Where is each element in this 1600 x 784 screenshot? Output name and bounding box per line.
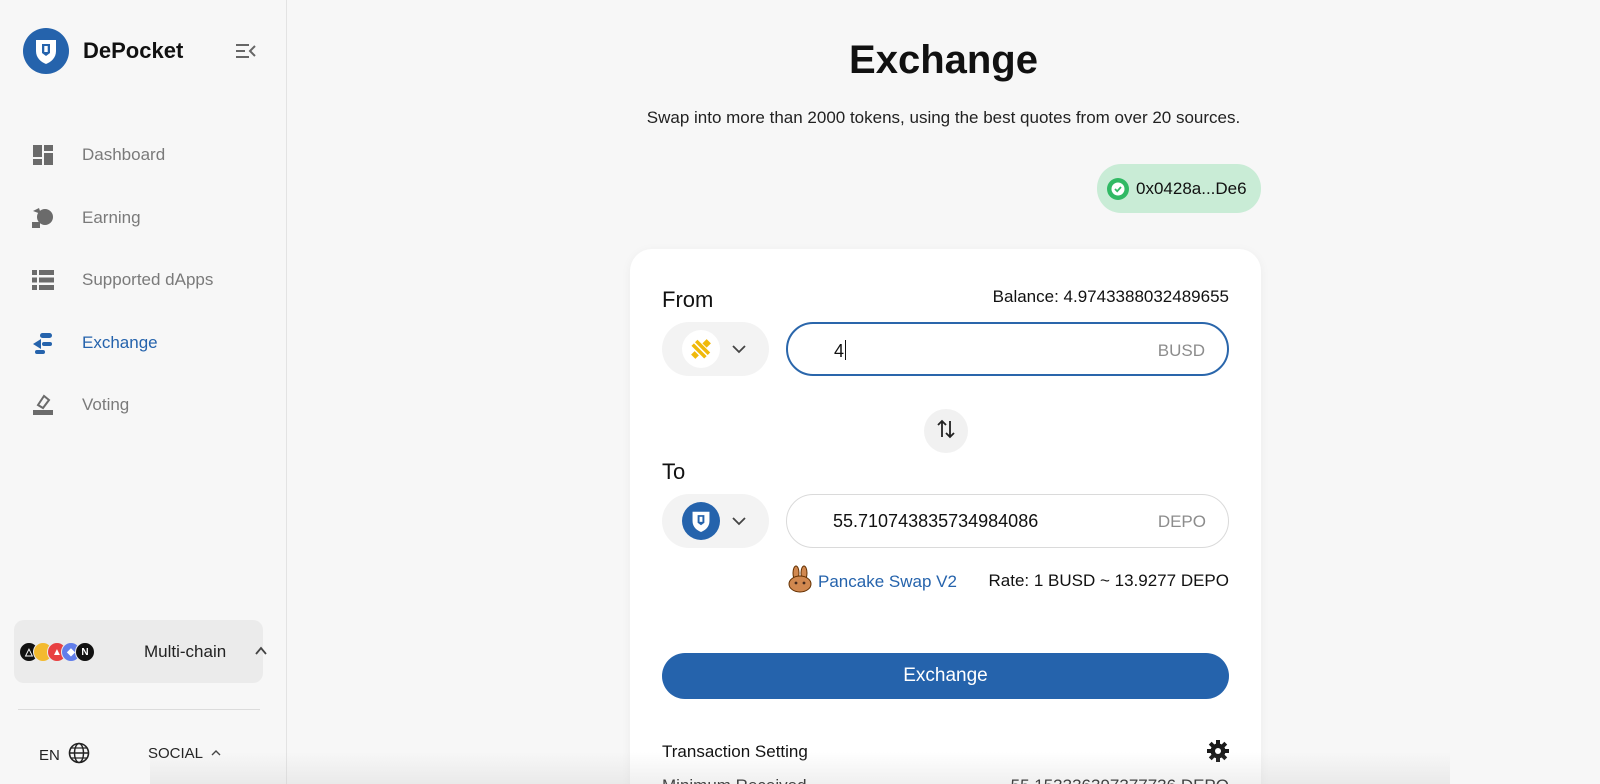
depo-icon xyxy=(682,502,720,540)
exchange-rate: Rate: 1 BUSD ~ 13.9277 DEPO xyxy=(988,571,1230,590)
chevron-down-icon xyxy=(731,514,747,528)
earning-icon xyxy=(31,206,55,230)
dashboard-icon xyxy=(31,143,55,167)
sidebar-item-earning[interactable]: Earning xyxy=(0,187,286,250)
chevron-down-icon xyxy=(731,342,747,356)
minimum-received-value: 55.153336397377736 DEPO xyxy=(1011,776,1229,784)
page-subtitle: Swap into more than 2000 tokens, using t… xyxy=(646,108,1241,127)
exchange-button[interactable]: Exchange xyxy=(662,653,1229,699)
chevron-up-icon xyxy=(254,644,268,658)
sidebar-item-label: Supported dApps xyxy=(82,270,214,290)
voting-icon xyxy=(31,393,55,417)
brand[interactable]: DePocket xyxy=(23,28,183,74)
sidebar-item-label: Dashboard xyxy=(82,145,166,165)
sidebar-item-supported-dapps[interactable]: Supported dApps xyxy=(0,249,286,312)
chain-icons: △ ▲ ◆ N xyxy=(19,642,109,662)
sidebar-item-label: Exchange xyxy=(82,332,158,352)
sidebar-item-label: Earning xyxy=(82,207,141,227)
pancakeswap-bunny-icon xyxy=(786,565,814,598)
provider-label: Pancake Swap V2 xyxy=(818,571,957,591)
sidebar-divider xyxy=(18,709,260,710)
to-unit: DEPO xyxy=(1157,512,1206,531)
from-unit: BUSD xyxy=(1157,341,1205,360)
wallet-address: 0x0428a...De6 xyxy=(1136,178,1247,198)
sidebar-item-label: Voting xyxy=(82,395,130,415)
balance-text: Balance: 4.9743388032489655 xyxy=(992,287,1229,306)
from-amount-value: 4 xyxy=(834,340,847,361)
sidebar: DePocket Dashboard Earning Supported dAp… xyxy=(0,0,287,784)
from-token-select[interactable] xyxy=(662,322,769,376)
minimum-received-label: Minimum Received xyxy=(662,776,807,784)
exchange-icon xyxy=(31,331,55,355)
provider-link[interactable]: Pancake Swap V2 xyxy=(786,565,957,598)
to-token-select[interactable] xyxy=(662,494,769,548)
wallet-address-badge[interactable]: 0x0428a...De6 xyxy=(1097,164,1261,213)
collapse-sidebar-icon[interactable] xyxy=(234,40,258,62)
busd-icon xyxy=(682,330,720,368)
social-menu[interactable]: SOCIAL xyxy=(148,744,221,762)
brand-name: DePocket xyxy=(83,38,184,63)
depocket-logo-icon xyxy=(23,28,69,74)
language-label: EN xyxy=(39,747,60,764)
globe-icon xyxy=(68,742,90,769)
chain-selector[interactable]: △ ▲ ◆ N Multi-chain xyxy=(14,620,267,683)
swap-arrows-icon xyxy=(934,417,958,446)
chain-label: Multi-chain xyxy=(144,642,227,661)
swap-direction-button[interactable] xyxy=(924,409,968,453)
to-amount-field[interactable]: 55.710743835734984086 DEPO xyxy=(786,494,1229,548)
from-amount-input[interactable]: 4 BUSD xyxy=(786,322,1229,376)
sidebar-item-dashboard[interactable]: Dashboard xyxy=(0,124,286,187)
page-title: Exchange xyxy=(849,38,1038,82)
chevron-up-icon xyxy=(211,744,221,762)
check-circle-icon xyxy=(1107,177,1129,200)
sidebar-nav: Dashboard Earning Supported dApps Exchan… xyxy=(0,124,286,437)
sidebar-item-voting[interactable]: Voting xyxy=(0,374,286,437)
transaction-setting-label: Transaction Setting xyxy=(662,742,808,761)
exchange-card: From Balance: 4.9743388032489655 4 BUSD xyxy=(630,249,1261,784)
near-icon: N xyxy=(75,642,95,662)
list-icon xyxy=(31,268,55,292)
to-label: To xyxy=(662,459,686,484)
social-label: SOCIAL xyxy=(148,744,204,762)
language-selector[interactable]: EN xyxy=(39,742,90,769)
from-label: From xyxy=(662,287,714,312)
to-amount-value: 55.710743835734984086 xyxy=(833,511,1039,531)
gear-icon[interactable] xyxy=(1206,739,1230,763)
sidebar-item-exchange[interactable]: Exchange xyxy=(0,312,286,375)
